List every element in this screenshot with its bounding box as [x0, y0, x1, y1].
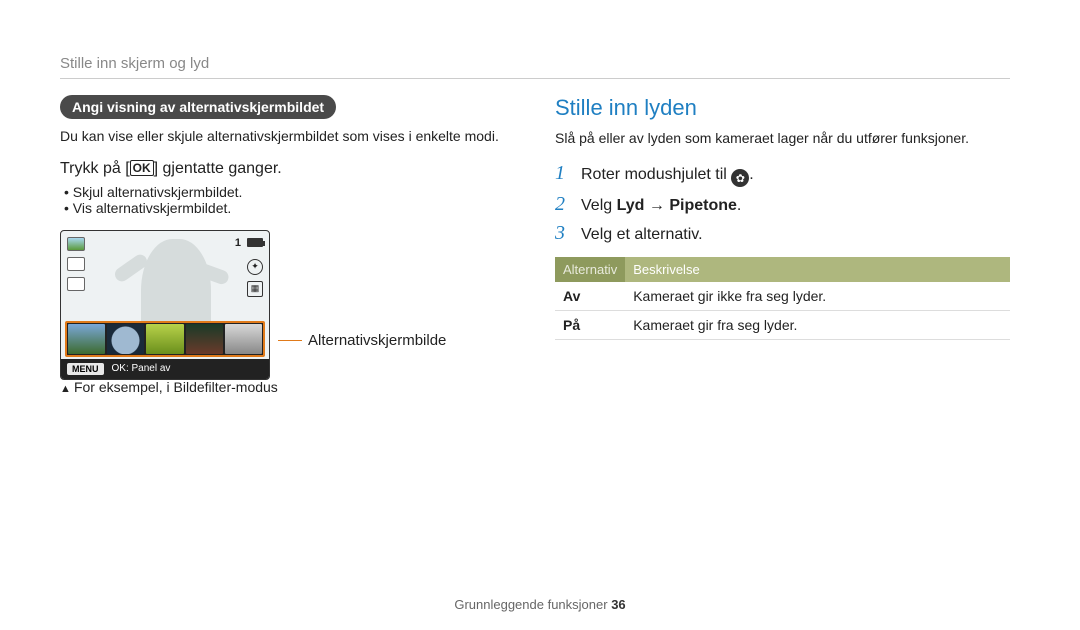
step-text: Roter modushjulet til ✿.: [581, 166, 754, 188]
intro-text: Slå på eller av lyden som kameraet lager…: [555, 129, 1010, 148]
cell-key: På: [555, 311, 625, 340]
numbered-steps: 1 Roter modushjulet til ✿. 2 Velg Lyd → …: [555, 162, 1010, 246]
step-number: 2: [555, 193, 569, 216]
menu-chip: MENU: [67, 363, 104, 375]
cell-val: Kameraet gir ikke fra seg lyder.: [625, 282, 1010, 311]
step-fragment: .: [749, 166, 753, 183]
step-bold: Lyd: [617, 197, 645, 214]
bullet-list: Skjul alternativskjermbildet. Vis altern…: [64, 184, 515, 216]
filter-thumb: [225, 324, 262, 354]
step-fragment: Velg: [581, 197, 617, 214]
footer-label: Grunnleggende funksjoner: [454, 597, 611, 612]
intro-text: Du kan vise eller skjule alternativskjer…: [60, 127, 515, 146]
press-instruction: Trykk på [OK] gjentatte ganger.: [60, 160, 515, 178]
gear-icon: ✿: [731, 169, 749, 187]
instr-pre: Trykk på [: [60, 160, 130, 177]
right-column: Stille inn lyden Slå på eller av lyden s…: [555, 55, 1010, 395]
filter-strip: [65, 321, 265, 357]
step-fragment: Roter modushjulet til: [581, 166, 731, 183]
divider: [60, 78, 1010, 79]
ok-panel-label: OK: Panel av: [112, 363, 171, 374]
bullet-item: Vis alternativskjermbildet.: [64, 200, 515, 216]
camera-screen-mock: 1 ✦ ▦ MENU OK: [60, 230, 270, 380]
mode-chip-icon: [67, 277, 85, 291]
cell-val: Kameraet gir fra seg lyder.: [625, 311, 1010, 340]
step-text: Velg et alternativ.: [581, 226, 703, 244]
step-text: Velg Lyd → Pipetone.: [581, 197, 741, 215]
filter-thumb: [186, 324, 223, 354]
step-fragment: .: [737, 197, 741, 214]
top-right-hud: 1: [235, 237, 263, 249]
photo-chip-icon: [67, 237, 85, 251]
filter-thumb: [107, 324, 144, 354]
battery-icon: [247, 238, 263, 247]
right-hud-icons: ✦ ▦: [247, 259, 263, 297]
callout-label: Alternativskjermbilde: [308, 332, 446, 349]
ok-key-icon: OK: [130, 160, 154, 176]
step-bold: Pipetone: [669, 197, 737, 214]
table-header: Alternativ: [555, 257, 625, 282]
flash-icon: ✦: [247, 259, 263, 275]
filter-thumb: [68, 324, 105, 354]
cell-key: Av: [555, 282, 625, 311]
mode-chip-icon: [67, 257, 85, 271]
callout-connector: [278, 340, 302, 342]
filter-thumb: [146, 324, 183, 354]
left-column: Angi visning av alternativskjermbildet D…: [60, 55, 515, 395]
step-number: 3: [555, 222, 569, 245]
breadcrumb: Stille inn skjerm og lyd: [60, 55, 209, 72]
figure-caption: For eksempel, i Bildefilter-modus: [60, 379, 515, 395]
table-header: Beskrivelse: [625, 257, 1010, 282]
screen-bottom-bar: MENU OK: Panel av: [61, 359, 269, 379]
page-footer: Grunnleggende funksjoner 36: [0, 597, 1080, 612]
bullet-item: Skjul alternativskjermbildet.: [64, 184, 515, 200]
table-row: Av Kameraet gir ikke fra seg lyder.: [555, 282, 1010, 311]
arrow-icon: →: [644, 197, 669, 214]
page-number: 36: [611, 597, 625, 612]
options-table: Alternativ Beskrivelse Av Kameraet gir i…: [555, 257, 1010, 340]
step-number: 1: [555, 162, 569, 185]
grid-icon: ▦: [247, 281, 263, 297]
left-hud-icons: [67, 237, 85, 291]
table-row: På Kameraet gir fra seg lyder.: [555, 311, 1010, 340]
counter: 1: [235, 237, 241, 249]
section-heading: Stille inn lyden: [555, 95, 1010, 121]
section-pill: Angi visning av alternativskjermbildet: [60, 95, 336, 119]
instr-post: ] gjentatte ganger.: [154, 160, 282, 177]
silhouette-icon: [141, 239, 211, 325]
